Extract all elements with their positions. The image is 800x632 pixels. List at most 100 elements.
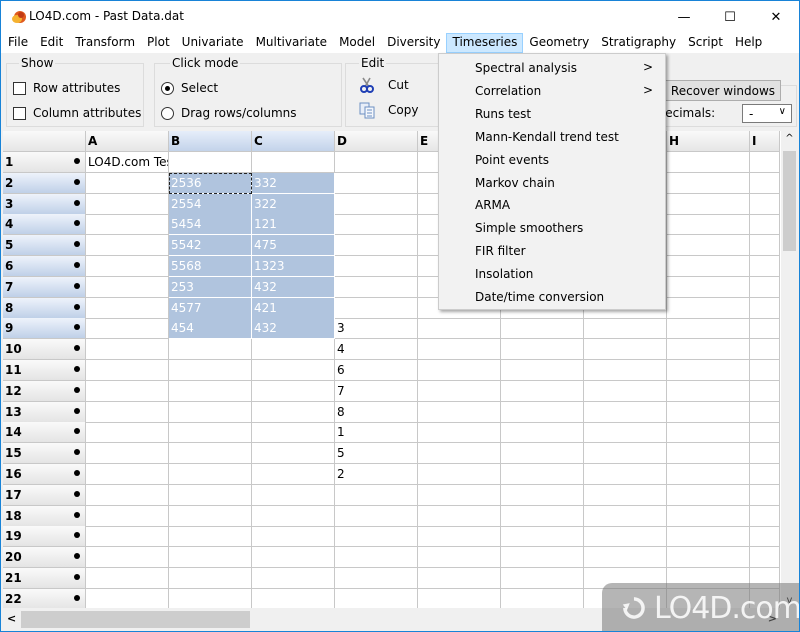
grid-cell-d18[interactable] xyxy=(335,505,418,527)
row-header[interactable]: 21 xyxy=(3,568,86,589)
grid-cell-e10[interactable] xyxy=(418,339,501,361)
minimize-button[interactable]: — xyxy=(661,1,707,33)
grid-cell-h11[interactable] xyxy=(667,360,750,381)
grid-cell-b12[interactable] xyxy=(169,380,252,402)
grid-cell-c16[interactable] xyxy=(252,464,335,485)
grid-cell-h19[interactable] xyxy=(667,526,750,548)
row-header[interactable]: 4 xyxy=(3,214,86,236)
grid-cell-h15[interactable] xyxy=(667,443,750,465)
row-header[interactable]: 8 xyxy=(3,297,86,319)
grid-cell-f9[interactable] xyxy=(501,318,584,340)
grid-cell-e19[interactable] xyxy=(418,526,501,548)
menu-item-arma[interactable]: ARMA xyxy=(439,194,665,216)
grid-cell-a9[interactable] xyxy=(86,318,169,340)
grid-cell-g13[interactable] xyxy=(584,401,667,423)
grid-cell-h10[interactable] xyxy=(667,339,750,361)
menu-item-correlation[interactable]: Correlation > xyxy=(439,80,665,102)
row-header[interactable]: 9 xyxy=(3,318,86,340)
grid-cell-b9[interactable]: 454 xyxy=(169,318,252,340)
column-header-d[interactable]: D xyxy=(335,131,418,152)
menu-plot[interactable]: Plot xyxy=(141,33,176,53)
grid-cell-c10[interactable] xyxy=(252,339,335,361)
grid-cell-i11[interactable] xyxy=(750,360,780,381)
grid-cell-a6[interactable] xyxy=(86,256,169,277)
grid-cell-c21[interactable] xyxy=(252,568,335,589)
grid-cell-d22[interactable] xyxy=(335,588,418,608)
grid-cell-a19[interactable] xyxy=(86,526,169,548)
grid-cell-d14[interactable]: 1 xyxy=(335,422,418,444)
menu-multivariate[interactable]: Multivariate xyxy=(250,33,334,53)
grid-cell-h13[interactable] xyxy=(667,401,750,423)
grid-cell-h8[interactable] xyxy=(667,297,750,319)
grid-cell-b18[interactable] xyxy=(169,505,252,527)
grid-cell-a12[interactable] xyxy=(86,380,169,402)
column-header-a[interactable]: A xyxy=(86,131,169,152)
decimals-select[interactable]: - ∨ xyxy=(742,104,792,123)
column-attributes-checkbox[interactable]: Column attributes xyxy=(13,106,141,120)
grid-cell-d10[interactable]: 4 xyxy=(335,339,418,361)
row-header[interactable]: 22 xyxy=(3,588,86,608)
grid-cell-h9[interactable] xyxy=(667,318,750,340)
grid-cell-c4[interactable]: 121 xyxy=(252,214,335,236)
grid-cell-i13[interactable] xyxy=(750,401,780,423)
row-header[interactable]: 16 xyxy=(3,464,86,485)
grid-cell-e11[interactable] xyxy=(418,360,501,381)
grid-cell-b17[interactable] xyxy=(169,484,252,506)
grid-cell-h6[interactable] xyxy=(667,256,750,277)
menu-edit[interactable]: Edit xyxy=(34,33,69,53)
row-header[interactable]: 19 xyxy=(3,526,86,548)
grid-cell-b22[interactable] xyxy=(169,588,252,608)
grid-cell-i7[interactable] xyxy=(750,276,780,298)
grid-cell-i6[interactable] xyxy=(750,256,780,277)
grid-cell-i17[interactable] xyxy=(750,484,780,506)
grid-cell-b7[interactable]: 253 xyxy=(169,276,252,298)
grid-cell-c14[interactable] xyxy=(252,422,335,444)
column-header-h[interactable]: H xyxy=(667,131,750,152)
menu-diversity[interactable]: Diversity xyxy=(381,33,446,53)
grid-cell-i18[interactable] xyxy=(750,505,780,527)
grid-cell-i10[interactable] xyxy=(750,339,780,361)
grid-cell-h12[interactable] xyxy=(667,380,750,402)
row-header[interactable]: 14 xyxy=(3,422,86,444)
grid-cell-i12[interactable] xyxy=(750,380,780,402)
grid-cell-c2[interactable]: 332 xyxy=(252,172,335,194)
grid-cell-f16[interactable] xyxy=(501,464,584,485)
menu-timeseries[interactable]: Timeseries xyxy=(446,33,524,53)
menu-geometry[interactable]: Geometry xyxy=(523,33,595,53)
grid-cell-i2[interactable] xyxy=(750,172,780,194)
close-button[interactable]: ✕ xyxy=(753,1,799,33)
grid-cell-c13[interactable] xyxy=(252,401,335,423)
grid-cell-a13[interactable] xyxy=(86,401,169,423)
column-header-c[interactable]: C xyxy=(252,131,335,152)
menu-item-date-time-conversion[interactable]: Date/time conversion xyxy=(439,286,665,308)
row-header[interactable]: 12 xyxy=(3,380,86,402)
maximize-button[interactable]: ☐ xyxy=(707,1,753,33)
row-header[interactable]: 1 xyxy=(3,152,86,173)
grid-cell-b4[interactable]: 5454 xyxy=(169,214,252,236)
grid-cell-d8[interactable] xyxy=(335,297,418,319)
row-header[interactable]: 15 xyxy=(3,443,86,465)
select-radio[interactable]: Select xyxy=(161,81,218,95)
vertical-scrollbar[interactable]: ^ v xyxy=(781,131,798,608)
menu-item-point-events[interactable]: Point events xyxy=(439,149,665,171)
grid-cell-f21[interactable] xyxy=(501,568,584,589)
grid-cell-c3[interactable]: 322 xyxy=(252,193,335,215)
grid-cell-d15[interactable]: 5 xyxy=(335,443,418,465)
row-header[interactable]: 10 xyxy=(3,339,86,361)
grid-cell-d5[interactable] xyxy=(335,235,418,257)
row-header[interactable]: 3 xyxy=(3,193,86,215)
corner-cell[interactable] xyxy=(3,131,86,152)
grid-cell-c7[interactable]: 432 xyxy=(252,276,335,298)
checkbox-box[interactable] xyxy=(13,81,26,95)
grid-cell-f11[interactable] xyxy=(501,360,584,381)
grid-cell-f20[interactable] xyxy=(501,547,584,569)
column-header-i[interactable]: I xyxy=(750,131,780,152)
grid-cell-h20[interactable] xyxy=(667,547,750,569)
grid-cell-a10[interactable] xyxy=(86,339,169,361)
grid-cell-b21[interactable] xyxy=(169,568,252,589)
menu-item-insolation[interactable]: Insolation xyxy=(439,263,665,285)
drag-rows-columns-radio[interactable]: Drag rows/columns xyxy=(161,106,297,120)
grid-cell-i19[interactable] xyxy=(750,526,780,548)
grid-cell-d4[interactable] xyxy=(335,214,418,236)
grid-cell-d11[interactable]: 6 xyxy=(335,360,418,381)
